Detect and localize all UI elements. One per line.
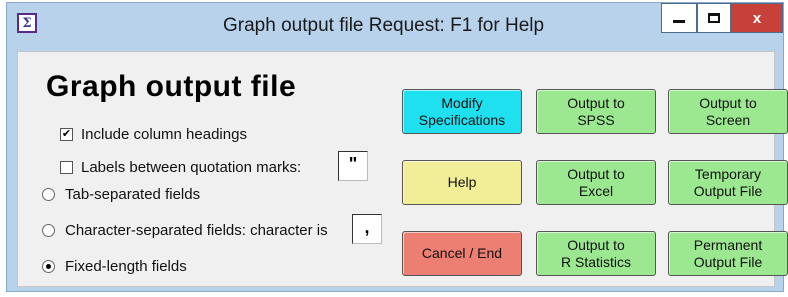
app-icon-glyph: Σ <box>22 15 32 31</box>
radio-selected-dot <box>46 264 51 269</box>
char-separated-radio[interactable] <box>42 224 55 237</box>
permanent-output-file-button[interactable]: Permanent Output File <box>668 231 788 276</box>
quote-labels-option[interactable]: Labels between quotation marks: <box>60 159 301 176</box>
checkmark-icon: ✔ <box>61 128 72 140</box>
cancel-end-button[interactable]: Cancel / End <box>402 231 522 276</box>
tab-separated-option[interactable]: Tab-separated fields <box>42 186 200 203</box>
include-headings-label: Include column headings <box>81 126 247 143</box>
tab-separated-label: Tab-separated fields <box>65 186 201 203</box>
window-title: Graph output file Request: F1 for Help <box>223 15 545 36</box>
output-to-r-statistics-button[interactable]: Output to R Statistics <box>536 231 656 276</box>
dialog-window: Σ Graph output file Request: F1 for Help… <box>6 2 788 292</box>
title-bar[interactable]: Σ Graph output file Request: F1 for Help… <box>7 3 783 47</box>
output-to-screen-button[interactable]: Output to Screen <box>668 89 788 134</box>
minimize-icon <box>673 19 685 23</box>
output-to-excel-button[interactable]: Output to Excel <box>536 160 656 205</box>
quote-char-input[interactable]: " <box>338 151 368 181</box>
output-to-spss-button[interactable]: Output to SPSS <box>536 89 656 134</box>
modify-specifications-button[interactable]: Modify Specifications <box>402 89 522 134</box>
fixed-length-label: Fixed-length fields <box>65 258 187 275</box>
help-button[interactable]: Help <box>402 160 522 205</box>
temporary-output-file-button[interactable]: Temporary Output File <box>668 160 788 205</box>
include-headings-checkbox[interactable]: ✔ <box>60 128 73 141</box>
tab-separated-radio[interactable] <box>42 188 55 201</box>
close-icon: x <box>752 9 762 27</box>
page-title: Graph output file <box>46 70 297 103</box>
maximize-icon <box>708 13 720 23</box>
app-icon[interactable]: Σ <box>17 13 37 33</box>
maximize-button[interactable] <box>697 3 731 33</box>
fixed-length-radio[interactable] <box>42 260 55 273</box>
minimize-button[interactable] <box>661 3 697 33</box>
fixed-length-option[interactable]: Fixed-length fields <box>42 258 187 275</box>
close-button[interactable]: x <box>731 3 783 33</box>
separator-char-input[interactable]: , <box>352 214 382 244</box>
quote-labels-checkbox[interactable] <box>60 161 73 174</box>
include-headings-option[interactable]: ✔ Include column headings <box>60 126 247 143</box>
char-separated-option[interactable]: Character-separated fields: character is <box>42 222 328 239</box>
dialog-body: Graph output file ✔ Include column headi… <box>17 51 788 287</box>
quote-labels-label: Labels between quotation marks: <box>81 159 302 176</box>
char-separated-label: Character-separated fields: character is <box>65 222 328 239</box>
